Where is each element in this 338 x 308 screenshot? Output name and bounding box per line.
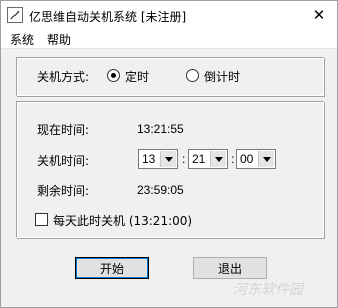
chevron-down-icon [210, 151, 226, 167]
app-window: 亿思维自动关机系统 [未注册] ✕ 系统 帮助 关机方式: 定时 倒计时 现在时… [0, 0, 338, 308]
daily-shutdown-label[interactable]: 每天此时关机 (13:21:00) [53, 212, 192, 229]
menu-help[interactable]: 帮助 [46, 31, 72, 48]
time-separator: : [231, 152, 235, 166]
chevron-down-icon [160, 151, 176, 167]
menu-system[interactable]: 系统 [9, 31, 35, 48]
radio-timed-label[interactable]: 定时 [125, 68, 149, 85]
title-bar: 亿思维自动关机系统 [未注册] ✕ [1, 1, 337, 29]
current-time-value: 13:21:55 [137, 122, 184, 136]
minute-select[interactable]: 21 [188, 149, 228, 169]
remaining-time-label: 剩余时间: [37, 184, 90, 198]
hour-value: 13 [142, 152, 156, 166]
second-select[interactable]: 00 [236, 149, 276, 169]
watermark-logo: 河东软件园 [231, 278, 331, 303]
remaining-time-value: 23:59:05 [137, 183, 184, 197]
shutdown-time-label: 关机时间: [37, 154, 90, 168]
radio-countdown-label[interactable]: 倒计时 [204, 68, 240, 85]
hour-select[interactable]: 13 [138, 149, 178, 169]
menu-bar: 系统 帮助 [1, 29, 337, 49]
app-logo-icon [7, 7, 23, 23]
daily-shutdown-checkbox[interactable] [35, 213, 48, 226]
start-button[interactable]: 开始 [75, 257, 149, 279]
window-title: 亿思维自动关机系统 [未注册] [29, 10, 187, 24]
time-separator: : [182, 152, 186, 166]
chevron-down-icon [258, 151, 274, 167]
radio-timed[interactable] [107, 69, 120, 82]
close-icon[interactable]: ✕ [301, 1, 337, 29]
exit-button[interactable]: 退出 [193, 257, 267, 279]
current-time-label: 现在时间: [37, 123, 90, 137]
shutdown-mode-label: 关机方式: [37, 70, 90, 84]
second-value: 00 [240, 152, 254, 166]
minute-value: 21 [192, 152, 206, 166]
radio-countdown[interactable] [186, 69, 199, 82]
svg-text:河东软件园: 河东软件园 [233, 282, 305, 298]
